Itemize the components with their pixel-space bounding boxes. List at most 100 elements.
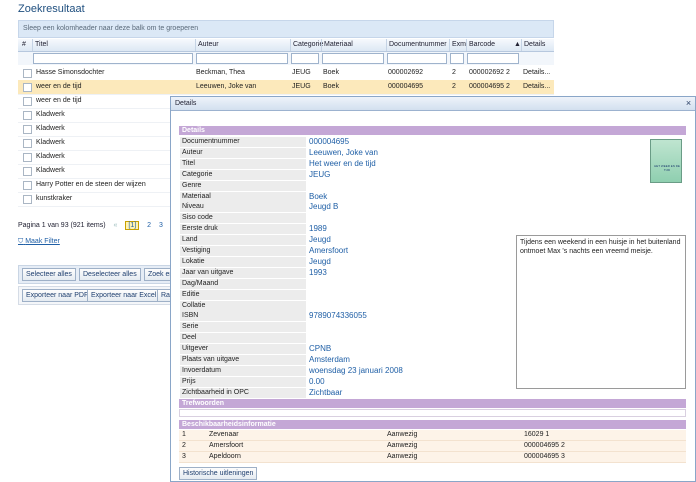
cell-auteur: Leeuwen, Joke van (196, 83, 257, 90)
pager-prev-icon[interactable]: « (114, 222, 118, 229)
filter-documentnummer-input[interactable] (387, 53, 447, 64)
group-by-panel[interactable]: Sleep een kolomheader naar deze balk om … (18, 20, 554, 38)
section-trefwoorden: Trefwoorden (179, 399, 686, 408)
column-header-details[interactable]: Details (521, 39, 554, 51)
cell-categorie: JEUG (292, 69, 311, 76)
field-value: 9789074336055 (309, 311, 367, 321)
filter-icon: ⛉ (18, 238, 24, 245)
row-checkbox[interactable] (23, 139, 32, 148)
field-label: Deel (180, 333, 306, 344)
page-title: Zoekresultaat (18, 3, 85, 15)
row-checkbox[interactable] (23, 195, 32, 204)
field-value: Amersfoort (309, 246, 349, 255)
filter-auteur-input[interactable] (196, 53, 288, 64)
field-value: woensdag 23 januari 2008 (309, 365, 403, 375)
column-header-categorie[interactable]: Categorie (290, 39, 323, 51)
filter-barcode-input[interactable] (467, 53, 519, 64)
section-beschikbaarheid: Beschikbaarheidsinformatie (179, 420, 686, 429)
field-label: Vestiging (180, 246, 306, 256)
availability-row: 2 Amersfoort Aanwezig 000004695 2 (179, 441, 686, 452)
availability-status: Aanwezig (387, 453, 418, 460)
pager-page-1[interactable]: [1] (125, 221, 140, 230)
row-checkbox[interactable] (23, 97, 32, 106)
cell-barcode: 000002692 2 (469, 69, 510, 76)
cell-titel: Kladwerk (36, 125, 65, 132)
field-value: JEUG (309, 169, 331, 179)
cell-titel: Kladwerk (36, 111, 65, 118)
row-checkbox[interactable] (23, 69, 32, 78)
selection-toolbar: Selecteer alles Deselecteer alles Zoek e… (18, 265, 183, 284)
row-checkbox[interactable] (23, 167, 32, 176)
export-pdf-button[interactable]: Exporteer naar PDF (22, 289, 93, 302)
column-header-materiaal[interactable]: Materiaal (321, 39, 386, 51)
pager-page-2[interactable]: 2 (147, 222, 151, 229)
maak-filter-label: Maak Filter (25, 238, 60, 245)
field-value: Het weer en de tijd (309, 158, 376, 168)
field-value: Boek (309, 191, 328, 201)
details-link[interactable]: Details... (523, 66, 550, 80)
field-label: Plaats van uitgave (180, 355, 306, 365)
row-checkbox[interactable] (23, 181, 32, 190)
row-checkbox[interactable] (23, 153, 32, 162)
row-checkbox[interactable] (23, 83, 32, 92)
field-label: Documentnummer (180, 137, 306, 147)
cell-titel: Kladwerk (36, 153, 65, 160)
column-header-number[interactable]: # (20, 39, 26, 51)
field-label: Dag/Maand (180, 278, 306, 289)
filter-categorie-input[interactable] (291, 53, 319, 64)
details-dialog: Details × Details Documentnummer 00000469… (170, 96, 696, 482)
dialog-title: Details (171, 97, 695, 111)
pager-page-3[interactable]: 3 (159, 222, 163, 229)
filter-exm-input[interactable] (450, 53, 464, 64)
field-label: Lokatie (180, 256, 306, 267)
column-header-exm[interactable]: Exm (449, 39, 466, 51)
pager-summary: Pagina 1 van 93 (921 items) (18, 222, 106, 229)
details-link[interactable]: Details... (523, 80, 550, 94)
close-icon[interactable]: × (684, 99, 693, 108)
column-header-auteur[interactable]: Auteur (195, 39, 290, 51)
field-label: Niveau (180, 202, 306, 213)
description-box: Tijdens een weekend in een huisje in het… (516, 235, 686, 389)
field-label: Siso code (180, 213, 306, 224)
table-row[interactable]: Hasse Simonsdochter Beckman, Thea JEUG B… (18, 66, 554, 81)
cell-titel: weer en de tijd (36, 97, 82, 104)
pager: Pagina 1 van 93 (921 items) « [1] 2 3 4 (18, 221, 175, 230)
row-checkbox[interactable] (23, 125, 32, 134)
sort-ascending-icon: ▲ (514, 41, 521, 48)
field-value: Amsterdam (309, 355, 350, 364)
cell-auteur: Beckman, Thea (196, 69, 245, 76)
table-row-selected[interactable]: weer en de tijd Leeuwen, Joke van JEUG B… (18, 80, 554, 95)
cell-exm: 2 (452, 83, 456, 90)
field-label: Materiaal (180, 191, 306, 202)
field-label: Collatie (180, 300, 306, 311)
column-header-titel[interactable]: Titel (32, 39, 195, 51)
availability-nr: 1 (182, 431, 186, 438)
availability-barcode: 000004695 3 (524, 453, 565, 460)
export-excel-button[interactable]: Exporteer naar Excel (87, 289, 161, 302)
deselecteer-alles-button[interactable]: Deselecteer alles (79, 268, 141, 281)
maak-filter-link[interactable]: ⛉ Maak Filter (18, 238, 60, 246)
field-label: ISBN (180, 311, 306, 322)
filter-materiaal-input[interactable] (322, 53, 384, 64)
field-label: Auteur (180, 147, 306, 158)
cell-titel: kunstkraker (36, 195, 73, 202)
field-label: Editie (180, 289, 306, 300)
cell-titel: Harry Potter en de steen der wijzen (36, 181, 146, 188)
field-label: Invoerdatum (180, 365, 306, 376)
field-value: Leeuwen, Joke van (309, 147, 378, 157)
availability-nr: 2 (182, 442, 186, 449)
trefwoorden-area (179, 409, 686, 417)
historische-uitleningen-button[interactable]: Historische uitleningen (179, 467, 258, 480)
cell-exm: 2 (452, 69, 456, 76)
export-toolbar: Exporteer naar PDF Exporteer naar Excel … (18, 286, 180, 305)
filter-titel-input[interactable] (33, 53, 193, 64)
column-header-documentnummer[interactable]: Documentnummer (386, 39, 449, 51)
row-checkbox[interactable] (23, 111, 32, 120)
selecteer-alles-button[interactable]: Selecteer alles (22, 268, 76, 281)
field-value: Jeugd (309, 235, 331, 245)
field-label: Genre (180, 180, 306, 191)
field-label: Jaar van uitgave (180, 267, 306, 278)
availability-row: 3 Apeldoorn Aanwezig 000004695 3 (179, 452, 686, 463)
field-label: Uitgever (180, 344, 306, 355)
cell-titel: Kladwerk (36, 139, 65, 146)
